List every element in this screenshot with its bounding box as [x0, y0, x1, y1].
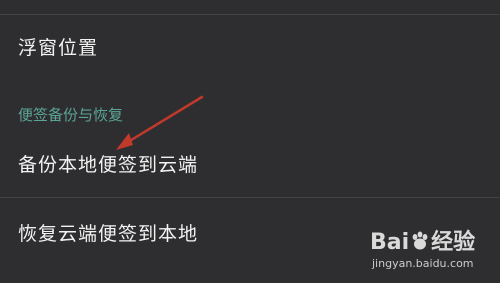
annotation-arrow-shaft — [121, 95, 204, 147]
watermark-brand-suffix: 经验 — [431, 230, 476, 255]
section-header-backup-restore: 便签备份与恢复 — [18, 106, 124, 124]
backup-local-to-cloud-item[interactable]: 备份本地便签到云端 — [18, 153, 198, 177]
settings-screen: 浮窗位置 便签备份与恢复 备份本地便签到云端 恢复云端便签到本地 Bai 经验 … — [0, 0, 500, 283]
float-position-item[interactable]: 浮窗位置 — [18, 36, 98, 60]
divider-mid — [0, 197, 500, 198]
annotation-arrowhead — [116, 133, 133, 150]
divider-top — [0, 14, 500, 15]
restore-cloud-to-local-item[interactable]: 恢复云端便签到本地 — [18, 222, 198, 246]
watermark-logo: Bai 经验 — [370, 224, 475, 256]
watermark-brand: Bai — [370, 230, 410, 255]
watermark-url: jingyan.baidu.com — [372, 257, 474, 270]
baidu-paw-icon — [412, 231, 428, 250]
baidu-jingyan-watermark: Bai 经验 jingyan.baidu.com — [370, 224, 482, 276]
